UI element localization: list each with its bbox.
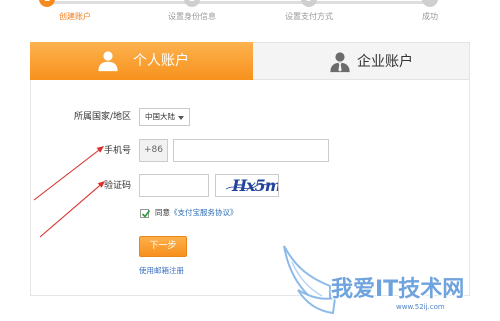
step-2-indicator: 2 [184,0,200,7]
captcha-label: 验证码 [103,181,131,191]
tab-business-label: 企业账户 [357,54,413,70]
business-person-icon [330,52,350,73]
step-2-label: 设置身份信息 [168,12,216,21]
check-icon [141,210,151,218]
step-3-indicator: 3 [301,0,317,7]
watermark-title: 我爱IT技术网 [331,277,465,302]
next-step-button[interactable]: 下一步 [139,236,187,257]
captcha-image[interactable]: Hx5m [215,174,279,197]
tab-personal-label: 个人账户 [133,53,189,69]
chevron-down-icon [178,116,184,120]
captcha-text: Hx5m [232,176,279,195]
watermark-wing-logo [283,245,337,315]
agreement-link[interactable]: 《支付宝服务协议》 [170,208,238,217]
step-1-label: 创建账户 [59,12,91,21]
phone-label: 手机号 [103,146,131,156]
step-1-indicator: 1 [39,0,55,7]
region-selected-value: 中国大陆 [145,112,175,121]
account-type-tabs: 个人账户 企业账户 [30,42,470,80]
step-4-check-icon: ✓ [422,0,438,7]
email-signup-link[interactable]: 使用邮箱注册 [139,266,184,276]
watermark-url: www.52ij.com [396,303,445,311]
person-icon [98,51,118,72]
phone-input[interactable] [173,139,329,162]
step-3-label: 设置支付方式 [285,12,333,21]
tab-business-account[interactable]: 企业账户 [253,42,470,80]
region-select[interactable]: 中国大陆 [139,108,190,126]
step-connector-line [47,1,430,4]
agreement-checkbox[interactable] [140,209,151,218]
country-code-prefix: +86 [139,139,168,162]
agreement-prefix: 同意 [155,208,170,217]
region-label: 所属国家/地区 [73,112,131,122]
step-4-label: 成功 [422,12,438,21]
agreement-text: 同意《支付宝服务协议》 [155,208,238,218]
tab-personal-account[interactable]: 个人账户 [30,42,253,80]
captcha-input[interactable] [139,174,209,197]
